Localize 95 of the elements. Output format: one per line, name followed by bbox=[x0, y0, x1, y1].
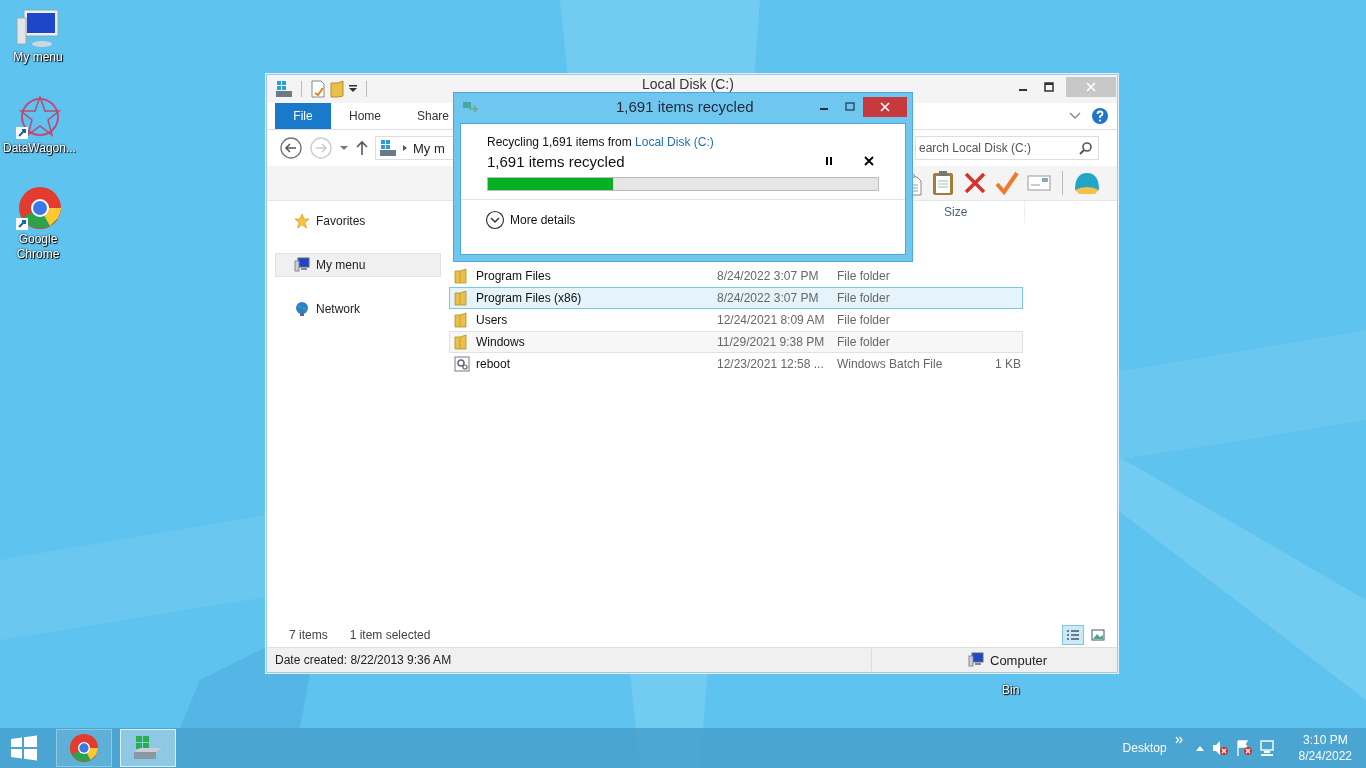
nav-label: Favorites bbox=[316, 214, 366, 228]
double-chevron-icon[interactable] bbox=[1174, 736, 1183, 744]
location-link[interactable]: Local Disk (C:) bbox=[635, 135, 714, 149]
properties-icon[interactable] bbox=[310, 80, 326, 98]
type-cell-text: File folder bbox=[837, 313, 891, 327]
type-cell-text: Windows Batch File bbox=[837, 357, 944, 371]
nav-item[interactable]: Network bbox=[275, 297, 441, 321]
star-icon bbox=[294, 213, 310, 229]
chrome-taskbar-button[interactable] bbox=[56, 729, 112, 767]
clock-date: 8/24/2022 bbox=[1298, 748, 1352, 764]
close-icon bbox=[880, 102, 890, 112]
file-row[interactable]: reboot 12/23/2021 12:58 ... Windows Batch File 1 KB bbox=[449, 353, 1023, 375]
window-title: Local Disk (C:) bbox=[642, 76, 734, 92]
list-icon bbox=[1066, 629, 1080, 641]
maximize-icon bbox=[1044, 82, 1054, 92]
file-row[interactable]: Program Files (x86) 8/24/2022 3:07 PM File folder bbox=[449, 287, 1023, 309]
more-details-button[interactable]: More details bbox=[485, 210, 576, 230]
file-name: Program Files bbox=[476, 269, 551, 283]
close-icon bbox=[1086, 82, 1096, 92]
help-icon[interactable] bbox=[1091, 107, 1109, 125]
chevron-down-circle-icon bbox=[485, 210, 505, 230]
file-name: Users bbox=[476, 313, 508, 327]
item-count: 7 items bbox=[289, 628, 328, 642]
file-menu-tab[interactable]: File bbox=[275, 103, 331, 129]
minimize-icon bbox=[820, 108, 828, 110]
star-shortcut-icon bbox=[14, 95, 62, 141]
search-field[interactable]: earch Local Disk (C:) bbox=[915, 136, 1099, 160]
desktop-icon-label: Google Chrome bbox=[15, 232, 61, 262]
date-cell-text: 12/23/2021 12:58 ... bbox=[717, 357, 825, 371]
folder-icon bbox=[454, 290, 470, 306]
date-cell-text: 8/24/2022 3:07 PM bbox=[717, 269, 820, 283]
file-row[interactable]: Program Files 8/24/2022 3:07 PM File folder bbox=[449, 265, 1023, 287]
nav-label: My menu bbox=[316, 258, 366, 272]
file-row[interactable]: Windows 11/29/2021 9:38 PM File folder bbox=[449, 331, 1023, 353]
desktop-icon-label: My menu bbox=[12, 50, 64, 65]
network-icon[interactable] bbox=[1258, 739, 1277, 757]
type-cell-text: File folder bbox=[837, 335, 891, 349]
computer-icon bbox=[968, 652, 984, 668]
up-arrow-icon[interactable] bbox=[355, 140, 369, 156]
chevron-right-icon[interactable] bbox=[401, 144, 409, 152]
chrome-icon bbox=[68, 732, 100, 764]
date-cell-text: 11/29/2021 9:38 PM bbox=[717, 335, 826, 349]
drive-icon bbox=[379, 139, 397, 157]
muted-speaker-icon[interactable] bbox=[1210, 739, 1229, 757]
paste-icon[interactable] bbox=[930, 170, 956, 196]
dropdown-icon[interactable] bbox=[348, 84, 358, 94]
details-view-button[interactable] bbox=[1062, 625, 1084, 645]
checkmark-icon[interactable] bbox=[994, 170, 1020, 196]
desktop-icon-label: DataWagon... bbox=[3, 141, 73, 156]
explorer-taskbar-button[interactable] bbox=[120, 729, 176, 767]
date-cell-text: 8/24/2022 3:07 PM bbox=[717, 291, 820, 305]
date-cell-text: 12/24/2021 8:09 AM bbox=[717, 313, 826, 327]
type-cell-text: File folder bbox=[837, 269, 891, 283]
recent-locations-icon[interactable] bbox=[339, 144, 349, 152]
nav-item[interactable]: Favorites bbox=[275, 209, 441, 233]
copy-progress-icon bbox=[462, 100, 478, 114]
ribbon-tab[interactable]: Home bbox=[331, 103, 399, 129]
delete-icon[interactable] bbox=[962, 170, 988, 196]
maximize-icon bbox=[845, 102, 855, 112]
pause-icon bbox=[824, 156, 834, 166]
clock-time: 3:10 PM bbox=[1302, 732, 1348, 748]
chrome-icon bbox=[14, 186, 62, 232]
size-cell-text: 1 KB bbox=[994, 357, 1021, 371]
close-button[interactable] bbox=[863, 97, 907, 117]
file-name: Windows bbox=[476, 335, 525, 349]
location-text: Computer bbox=[990, 652, 1048, 668]
search-icon[interactable] bbox=[1079, 141, 1093, 155]
image-icon bbox=[1091, 629, 1105, 641]
details-text: Date created: 8/22/2013 9:36 AM bbox=[275, 653, 453, 667]
dialog-title: 1,691 items recycled bbox=[616, 98, 754, 115]
type-cell-text: File folder bbox=[837, 291, 891, 305]
file-row[interactable]: Users 12/24/2021 8:09 AM File folder bbox=[449, 309, 1023, 331]
flag-alert-icon[interactable] bbox=[1234, 739, 1253, 757]
file-name: reboot bbox=[476, 357, 511, 371]
globe-icon bbox=[294, 301, 310, 317]
folder-icon bbox=[454, 312, 470, 328]
minimize-icon bbox=[1019, 89, 1027, 91]
folder-icon bbox=[454, 268, 470, 284]
close-icon bbox=[864, 156, 874, 166]
selection-count: 1 item selected bbox=[349, 628, 431, 642]
nav-label: Network bbox=[316, 302, 360, 316]
breadcrumb-item[interactable]: My m bbox=[413, 140, 445, 156]
expand-ribbon-icon[interactable] bbox=[1069, 111, 1081, 121]
file-name: Program Files (x86) bbox=[476, 291, 582, 305]
back-icon[interactable] bbox=[279, 136, 303, 160]
windows-logo-icon bbox=[10, 735, 38, 761]
drive-icon[interactable] bbox=[275, 80, 293, 98]
drive-icon bbox=[132, 734, 164, 762]
gear-file-icon bbox=[454, 356, 470, 372]
computer-icon bbox=[14, 8, 62, 50]
folder-icon bbox=[454, 334, 470, 350]
column-header[interactable]: Size bbox=[936, 201, 1025, 223]
computer-icon bbox=[294, 257, 310, 273]
nav-item[interactable]: My menu bbox=[275, 253, 441, 277]
show-hidden-icons-icon[interactable] bbox=[1194, 744, 1205, 752]
